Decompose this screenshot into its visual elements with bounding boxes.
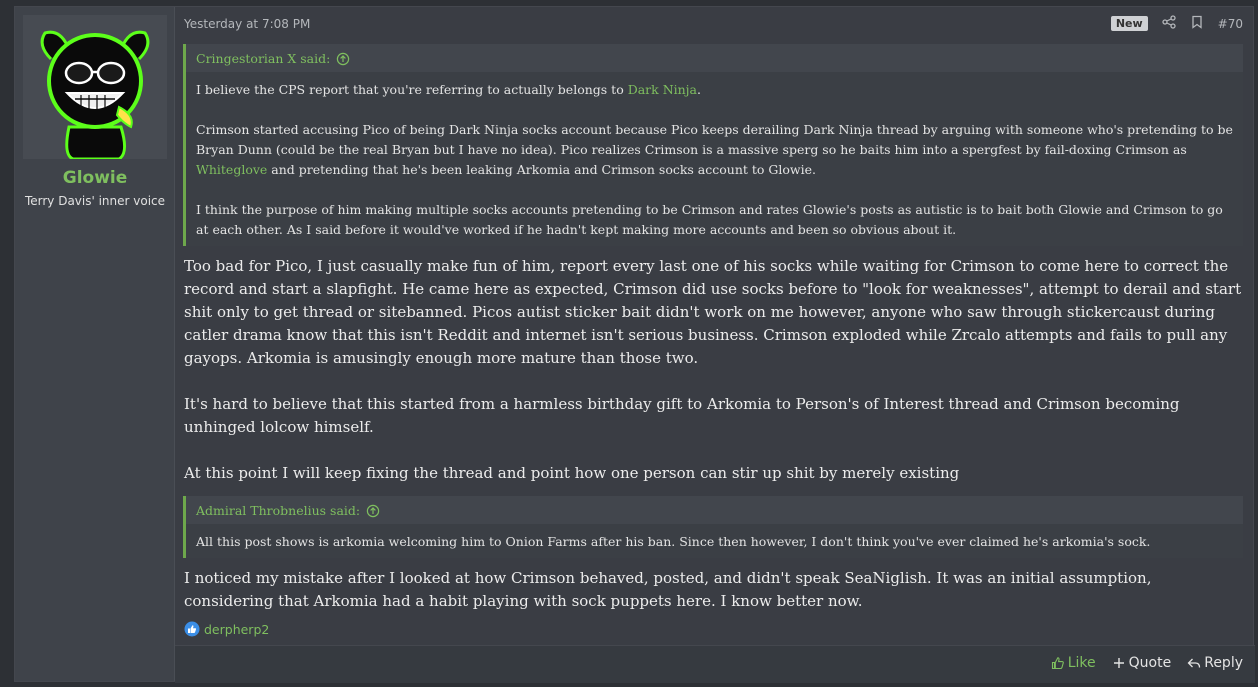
quote-text: Crimson started accusing Pico of being D… bbox=[196, 122, 1233, 157]
jump-to-quote-icon[interactable] bbox=[366, 504, 380, 518]
plus-icon bbox=[1113, 658, 1124, 668]
bookmark-icon[interactable] bbox=[1190, 15, 1204, 32]
reply-label: Reply bbox=[1204, 655, 1243, 671]
quote-paragraph: All this post shows is arkomia welcoming… bbox=[196, 534, 1151, 549]
quote-content: I believe the CPS report that you're ref… bbox=[186, 72, 1243, 246]
jump-to-quote-icon[interactable] bbox=[336, 52, 350, 66]
like-reaction-icon bbox=[184, 621, 200, 637]
reactions-bar[interactable]: derpherp2 bbox=[184, 621, 269, 637]
quote-block: Cringestorian X said: I believe the CPS … bbox=[183, 44, 1243, 246]
share-icon[interactable] bbox=[1162, 15, 1176, 32]
quote-header[interactable]: Admiral Throbnelius said: bbox=[186, 496, 1243, 524]
quote-paragraph: I think the purpose of him making multip… bbox=[196, 202, 1223, 237]
post-actions: Like Quote Reply bbox=[1051, 655, 1243, 671]
avatar-image bbox=[23, 15, 167, 159]
reaction-user-link[interactable]: derpherp2 bbox=[204, 622, 269, 637]
post-number-link[interactable]: #70 bbox=[1218, 17, 1243, 31]
quote-header[interactable]: Cringestorian X said: bbox=[186, 44, 1243, 72]
quote-paragraph: I believe the CPS report that you're ref… bbox=[196, 80, 1233, 100]
post-meta-actions: New #70 bbox=[1110, 15, 1243, 32]
like-button[interactable]: Like bbox=[1051, 655, 1096, 671]
post-paragraph: It's hard to believe that this started f… bbox=[184, 395, 1180, 436]
quote-label: Quote bbox=[1128, 655, 1172, 671]
reply-button[interactable]: Reply bbox=[1187, 655, 1243, 671]
post-paragraph: Too bad for Pico, I just casually make f… bbox=[184, 257, 1242, 367]
quote-text: I believe the CPS report that you're ref… bbox=[196, 82, 628, 97]
quote-content: All this post shows is arkomia welcoming… bbox=[186, 524, 1243, 558]
quote-author[interactable]: Cringestorian X said: bbox=[196, 51, 330, 66]
user-mention-link[interactable]: Dark Ninja bbox=[628, 82, 697, 97]
post-container: Glowie Terry Davis' inner voice Yesterda… bbox=[14, 6, 1255, 683]
new-badge: New bbox=[1110, 16, 1148, 31]
quote-block: Admiral Throbnelius said: All this post … bbox=[183, 496, 1243, 558]
quote-author[interactable]: Admiral Throbnelius said: bbox=[196, 503, 360, 518]
post-footer: Like Quote Reply bbox=[175, 645, 1255, 683]
reply-icon bbox=[1187, 658, 1201, 668]
user-title: Terry Davis' inner voice bbox=[24, 194, 166, 208]
quote-button[interactable]: Quote bbox=[1112, 655, 1172, 671]
username[interactable]: Glowie bbox=[15, 168, 175, 188]
post-timestamp[interactable]: Yesterday at 7:08 PM bbox=[184, 17, 310, 31]
quote-text: and pretending that he's been leaking Ar… bbox=[267, 162, 816, 177]
post-body: Too bad for Pico, I just casually make f… bbox=[184, 255, 1244, 485]
post-paragraph: I noticed my mistake after I looked at h… bbox=[184, 569, 1152, 610]
post-body: I noticed my mistake after I looked at h… bbox=[184, 567, 1244, 613]
post-main: Yesterday at 7:08 PM New #70 Cringestori… bbox=[175, 7, 1255, 683]
quote-paragraph: Crimson started accusing Pico of being D… bbox=[196, 120, 1233, 180]
quote-text: . bbox=[697, 82, 701, 97]
post-paragraph: At this point I will keep fixing the thr… bbox=[184, 464, 960, 482]
user-mention-link[interactable]: Whiteglove bbox=[196, 162, 267, 177]
like-label: Like bbox=[1067, 655, 1096, 671]
avatar[interactable] bbox=[23, 15, 167, 159]
user-sidebar: Glowie Terry Davis' inner voice bbox=[15, 7, 175, 681]
thumbs-up-icon bbox=[1051, 657, 1064, 670]
